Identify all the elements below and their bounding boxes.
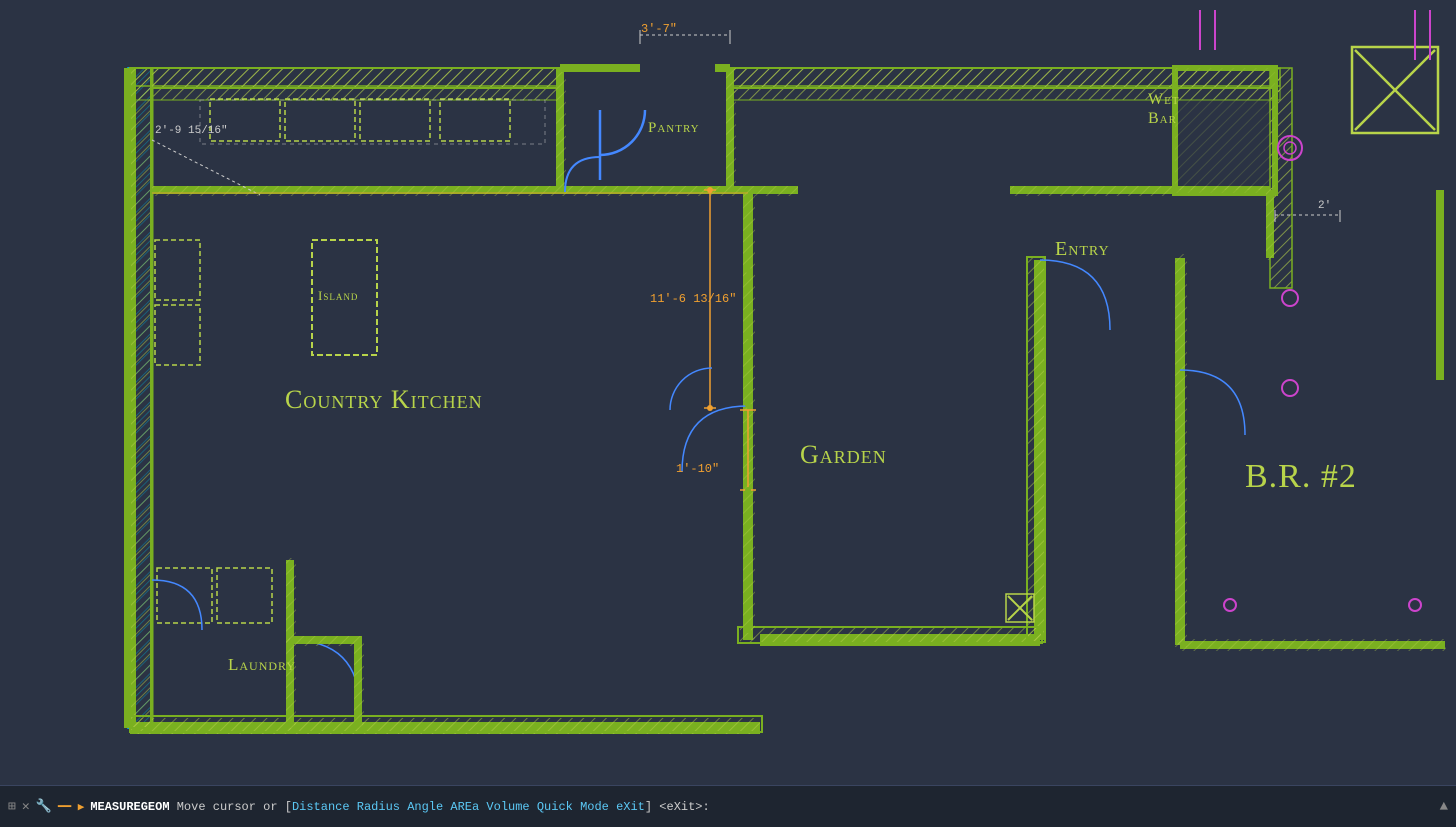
measure-icon: ━━ ▶	[58, 800, 84, 814]
command-desc: Move cursor or [	[177, 800, 292, 814]
cmd-distance: Distance	[292, 800, 350, 814]
wrench-icon: 🔧	[36, 799, 52, 814]
scroll-up-icon[interactable]: ▲	[1440, 799, 1448, 815]
cmd-mode: Mode	[580, 800, 609, 814]
cmd-volume: Volume	[486, 800, 529, 814]
command-text: MEASUREGEOM Move cursor or [Distance Rad…	[90, 800, 709, 814]
grid-icon: ⊞	[8, 799, 16, 814]
command-name: MEASUREGEOM	[90, 800, 169, 814]
floor-plan: Country Kitchen Pantry Island Garden Ent…	[0, 0, 1456, 785]
cmd-area: AREa	[450, 800, 479, 814]
cmd-quick: Quick	[537, 800, 573, 814]
x-icon: ✕	[22, 799, 30, 814]
cmd-exit: eXit	[616, 800, 645, 814]
command-bar: ⊞ ✕ 🔧 ━━ ▶ MEASUREGEOM Move cursor or [D…	[0, 785, 1456, 827]
cmd-angle: Angle	[407, 800, 443, 814]
cmd-radius: Radius	[357, 800, 400, 814]
